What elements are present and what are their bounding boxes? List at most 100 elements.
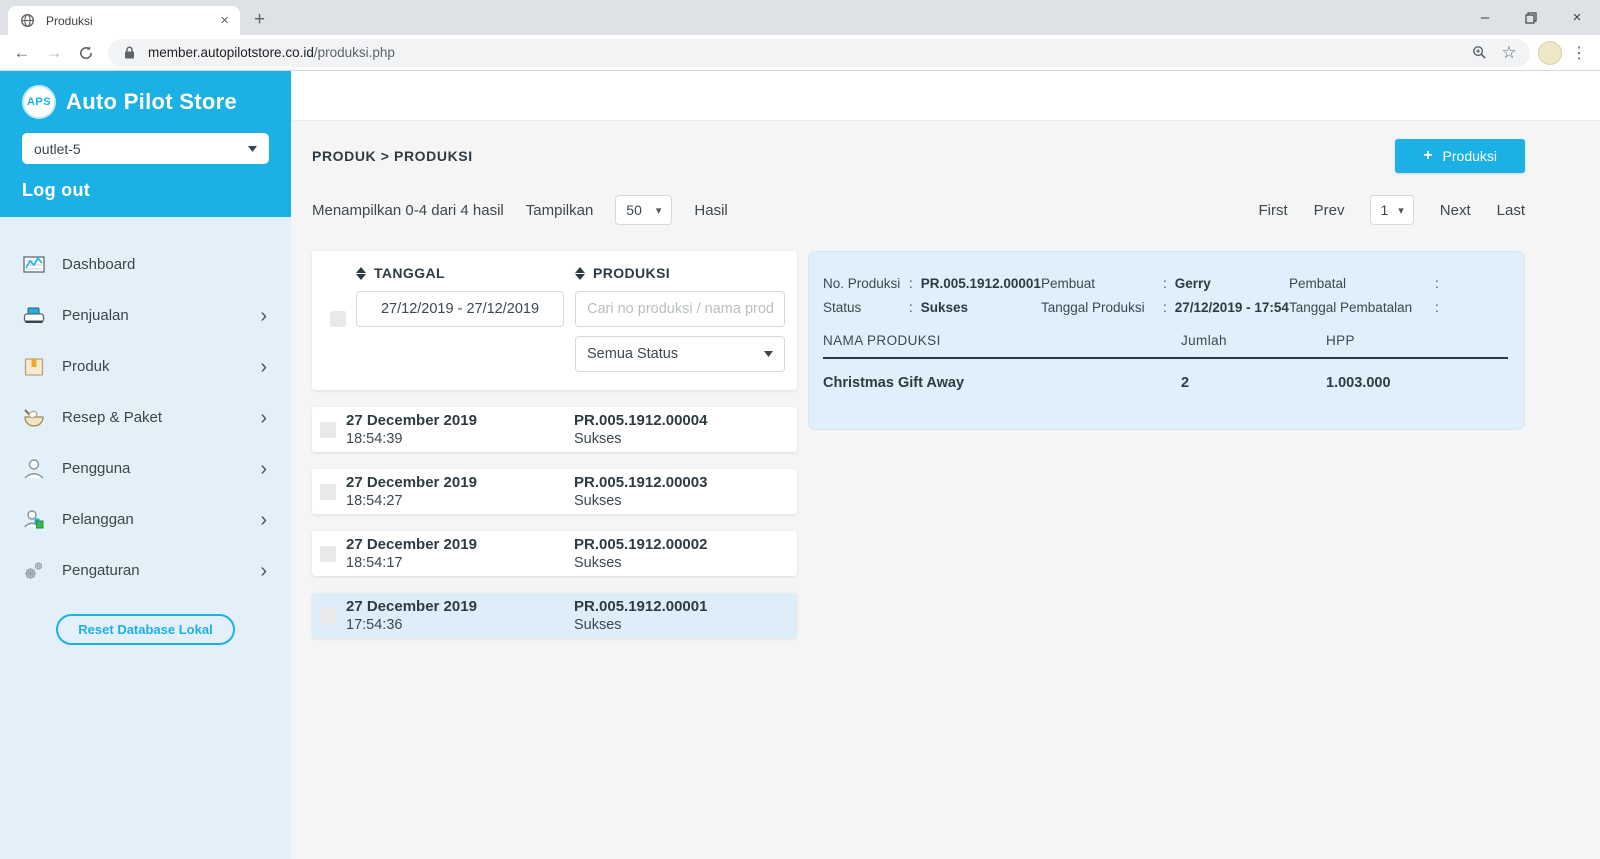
row-date: 27 December 2019: [346, 411, 477, 429]
pagination-first[interactable]: First: [1258, 202, 1287, 219]
row-time: 17:54:36: [346, 616, 403, 633]
url-path: /produksi.php: [313, 45, 395, 60]
zoom-icon[interactable]: [1468, 45, 1490, 60]
minimize-icon[interactable]: –: [1462, 0, 1508, 35]
logout-link[interactable]: Log out: [22, 180, 269, 201]
detail-label: Pembatal: [1289, 276, 1347, 291]
bookmark-star-icon[interactable]: ☆: [1498, 43, 1520, 63]
sidebar-item-label: Pengaturan: [62, 562, 140, 579]
add-produksi-label: Produksi: [1442, 148, 1497, 164]
production-row[interactable]: 27 December 2019 18:54:39 PR.005.1912.00…: [312, 407, 797, 452]
reload-icon[interactable]: [72, 39, 100, 67]
row-checkbox[interactable]: [320, 483, 336, 500]
detail-table-header: NAMA PRODUKSI Jumlah HPP: [823, 333, 1508, 359]
outlet-select[interactable]: outlet-5: [22, 133, 269, 164]
reset-database-button[interactable]: Reset Database Lokal: [56, 614, 235, 645]
production-row[interactable]: 27 December 2019 18:54:17 PR.005.1912.00…: [312, 531, 797, 576]
detail-label: Tanggal Pembatalan: [1289, 300, 1413, 315]
add-produksi-button[interactable]: + Produksi: [1395, 139, 1525, 173]
pagination-last[interactable]: Last: [1497, 202, 1525, 219]
forward-icon[interactable]: →: [40, 39, 68, 67]
restore-icon[interactable]: [1508, 0, 1554, 35]
tab-title: Produksi: [46, 13, 93, 28]
back-icon[interactable]: ←: [8, 39, 36, 67]
sort-icon[interactable]: [356, 266, 366, 280]
column-label-produksi: PRODUKSI: [593, 265, 671, 281]
sidebar-item-penjualan[interactable]: Penjualan ›: [0, 290, 291, 341]
column-header-tanggal[interactable]: TANGGAL: [356, 265, 575, 281]
status-filter-select[interactable]: Semua Status: [575, 336, 785, 372]
production-detail-panel: No. Produksi : PR.005.1912.00001 Pembuat …: [808, 251, 1525, 430]
row-time: 18:54:39: [346, 430, 403, 447]
sort-icon[interactable]: [575, 266, 585, 280]
chevron-right-icon: ›: [260, 559, 267, 582]
profile-avatar[interactable]: [1538, 40, 1562, 65]
chevron-down-icon: ▾: [1398, 204, 1404, 217]
row-date: 27 December 2019: [346, 597, 477, 615]
select-all-checkbox[interactable]: [330, 311, 346, 327]
window-controls: – ×: [1462, 0, 1600, 35]
sidebar-item-pelanggan[interactable]: Pelanggan ›: [0, 494, 291, 545]
sidebar-item-label: Pengguna: [62, 460, 131, 477]
detail-label: No. Produksi: [823, 276, 901, 291]
column-label-tanggal: TANGGAL: [374, 265, 445, 281]
detail-table-row: Christmas Gift Away 2 1.003.000: [823, 359, 1508, 391]
chevron-right-icon: ›: [260, 406, 267, 429]
row-status: Sukses: [574, 430, 622, 447]
chevron-down-icon: [248, 145, 257, 152]
sidebar-item-pengguna[interactable]: Pengguna ›: [0, 443, 291, 494]
pagination-next[interactable]: Next: [1440, 202, 1471, 219]
detail-cell-hpp: 1.003.000: [1326, 375, 1391, 391]
sidebar-item-label: Pelanggan: [62, 511, 134, 528]
plus-icon: +: [1423, 147, 1433, 164]
browser-tab[interactable]: Produksi ×: [8, 6, 240, 35]
detail-label: Pembuat: [1041, 276, 1096, 291]
detail-label: Tanggal Produksi: [1041, 300, 1145, 315]
url-bar[interactable]: member.autopilotstore.co.id/produksi.php…: [108, 38, 1530, 67]
page-number-select[interactable]: 1 ▾: [1370, 195, 1414, 225]
detail-info: No. Produksi : PR.005.1912.00001 Pembuat …: [823, 276, 1508, 315]
results-summary: Menampilkan 0-4 dari 4 hasil: [312, 201, 504, 219]
sidebar-menu: Dashboard Penjualan › Produk › Resep & P…: [0, 217, 291, 645]
row-time: 18:54:27: [346, 492, 403, 509]
row-number: PR.005.1912.00004: [574, 411, 708, 429]
url-text: member.autopilotstore.co.id/produksi.php: [148, 45, 1460, 60]
browser-tabbar: Produksi × + – ×: [0, 0, 1600, 35]
detail-value: : Sukses: [909, 300, 969, 315]
sidebar-item-pengaturan[interactable]: Pengaturan ›: [0, 545, 291, 596]
page-size-select[interactable]: 50 ▾: [615, 195, 673, 225]
row-status: Sukses: [574, 554, 622, 571]
detail-col-hpp: HPP: [1326, 333, 1355, 348]
search-input[interactable]: [575, 291, 785, 327]
sidebar-header: APS Auto Pilot Store outlet-5 Log out: [0, 71, 291, 217]
sidebar-item-dashboard[interactable]: Dashboard: [0, 239, 291, 290]
row-checkbox[interactable]: [320, 607, 336, 624]
row-number: PR.005.1912.00001: [574, 597, 708, 615]
new-tab-icon[interactable]: +: [254, 9, 265, 31]
detail-table: NAMA PRODUKSI Jumlah HPP Christmas Gift …: [823, 333, 1508, 391]
row-checkbox[interactable]: [320, 421, 336, 438]
pagination-prev[interactable]: Prev: [1314, 202, 1345, 219]
sidebar-item-produk[interactable]: Produk ›: [0, 341, 291, 392]
close-window-icon[interactable]: ×: [1554, 0, 1600, 35]
production-row[interactable]: 27 December 2019 18:54:27 PR.005.1912.00…: [312, 469, 797, 514]
aps-logo: APS: [22, 85, 56, 119]
chevron-down-icon: ▾: [655, 204, 662, 217]
main-top-strip: [291, 71, 1600, 121]
mortar-icon: [22, 406, 46, 430]
production-list: TANGGAL PRODUKSI: [312, 251, 797, 638]
chevron-right-icon: ›: [260, 457, 267, 480]
row-checkbox[interactable]: [320, 545, 336, 562]
sidebar-item-resep-paket[interactable]: Resep & Paket ›: [0, 392, 291, 443]
lock-icon: [118, 46, 140, 59]
close-tab-icon[interactable]: ×: [217, 12, 232, 29]
detail-value: :: [1435, 276, 1439, 291]
date-range-input[interactable]: [356, 291, 564, 327]
browser-menu-icon[interactable]: ⋮: [1566, 43, 1592, 63]
row-number: PR.005.1912.00003: [574, 473, 708, 491]
row-number: PR.005.1912.00002: [574, 535, 708, 553]
tampilkan-label: Tampilkan: [525, 201, 594, 219]
chevron-down-icon: [764, 351, 773, 357]
production-row-selected[interactable]: 27 December 2019 17:54:36 PR.005.1912.00…: [312, 593, 797, 638]
column-header-produksi[interactable]: PRODUKSI: [575, 265, 785, 281]
